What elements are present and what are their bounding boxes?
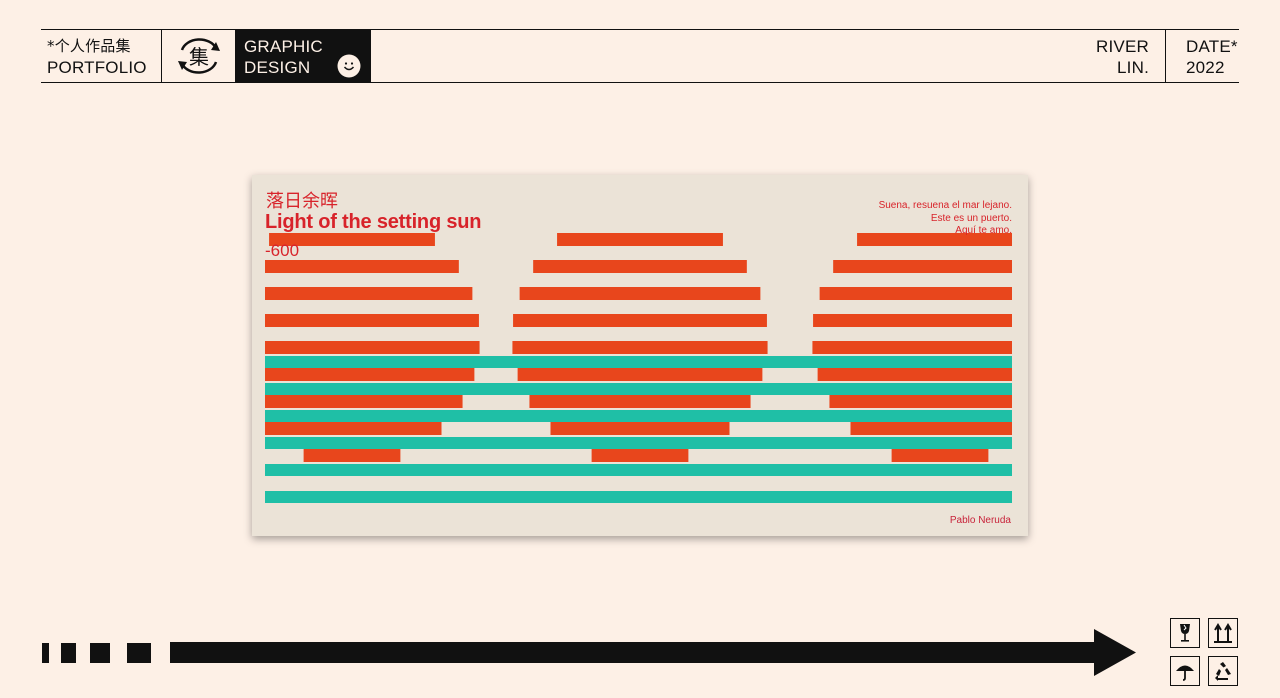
author-cell: RIVER LIN. <box>1046 30 1166 82</box>
sun-stripe <box>265 395 463 408</box>
sun-stripe <box>591 449 689 462</box>
this-side-up-icon <box>1208 618 1238 648</box>
sea-stripe <box>265 437 1012 449</box>
sun-stripe <box>265 422 442 435</box>
sunset-poster: 落日余晖 Light of the setting sun -600 Suena… <box>252 175 1028 536</box>
sun-stripe <box>265 260 459 273</box>
collection-logo-icon: 集 <box>178 38 220 74</box>
sun-stripe <box>265 368 475 381</box>
sea-stripe <box>265 464 1012 476</box>
logo-cell: 集 <box>162 30 236 82</box>
sun-stripe <box>517 368 763 381</box>
keep-dry-umbrella-icon <box>1170 656 1200 686</box>
dash-segment <box>61 643 76 663</box>
sun-stripe <box>550 422 730 435</box>
quote-line: Suena, resuena el mar lejano. <box>878 200 1012 211</box>
quote-line: Aquí te amo. <box>955 225 1012 236</box>
portfolio-cn-label: *个人作品集 <box>47 37 131 55</box>
date-year: 2022 <box>1186 58 1225 77</box>
category-cell: GRAPHIC DESIGN <box>236 30 371 82</box>
sun-stripe <box>829 395 1012 408</box>
sun-stripe <box>817 368 1012 381</box>
sun-stripe <box>813 314 1012 327</box>
sun-stripe <box>891 449 989 462</box>
sun-stripe <box>513 314 767 327</box>
poster-number: -600 <box>265 241 300 260</box>
packaging-icons <box>1170 618 1242 690</box>
recycle-icon <box>1208 656 1238 686</box>
author-line-1: RIVER <box>1096 37 1149 56</box>
progress-arrow <box>42 629 1136 676</box>
sea-stripe <box>265 356 1012 368</box>
date-label: DATE* <box>1186 37 1238 56</box>
sea-stripe <box>265 491 1012 503</box>
poster-title-en: Light of the setting sun <box>265 211 482 233</box>
portfolio-label-cell: *个人作品集 PORTFOLIO <box>41 30 162 82</box>
sun-stripe <box>529 395 751 408</box>
poster-title-cn: 落日余晖 <box>266 191 338 212</box>
date-cell: DATE* 2022 <box>1166 30 1239 82</box>
sun-stripe <box>512 341 768 354</box>
logo-glyph: 集 <box>189 45 209 69</box>
poster-author: Pablo Neruda <box>949 515 1011 526</box>
sun-stripe <box>557 233 723 246</box>
sea-stripe <box>265 383 1012 395</box>
poster-quote: Suena, resuena el mar lejano. Este es un… <box>879 200 1012 238</box>
sea-stripe <box>265 410 1012 422</box>
smiley-face-icon <box>337 54 361 78</box>
sun-stripes-group <box>265 233 1012 462</box>
dash-segment <box>42 643 49 663</box>
sun-stripe <box>819 287 1012 300</box>
dash-segment <box>127 643 151 663</box>
sun-stripe <box>265 314 479 327</box>
sun-stripe <box>265 341 480 354</box>
sun-stripe <box>303 449 401 462</box>
dash-segment <box>90 643 110 663</box>
sun-stripe <box>265 287 473 300</box>
sun-stripe <box>850 422 1012 435</box>
arrow-head <box>1094 629 1136 676</box>
fragile-glass-icon <box>1170 618 1200 648</box>
sun-stripe <box>833 260 1012 273</box>
arrow-shaft <box>170 642 1098 663</box>
portfolio-header: *个人作品集 PORTFOLIO 集 GRAPHIC DESIGN RIVER … <box>41 29 1239 83</box>
sun-stripe <box>519 287 761 300</box>
portfolio-en-label: PORTFOLIO <box>47 58 147 77</box>
author-line-2: LIN. <box>1117 58 1149 77</box>
sun-stripe <box>812 341 1012 354</box>
sun-stripe <box>533 260 747 273</box>
quote-line: Este es un puerto. <box>930 212 1012 224</box>
